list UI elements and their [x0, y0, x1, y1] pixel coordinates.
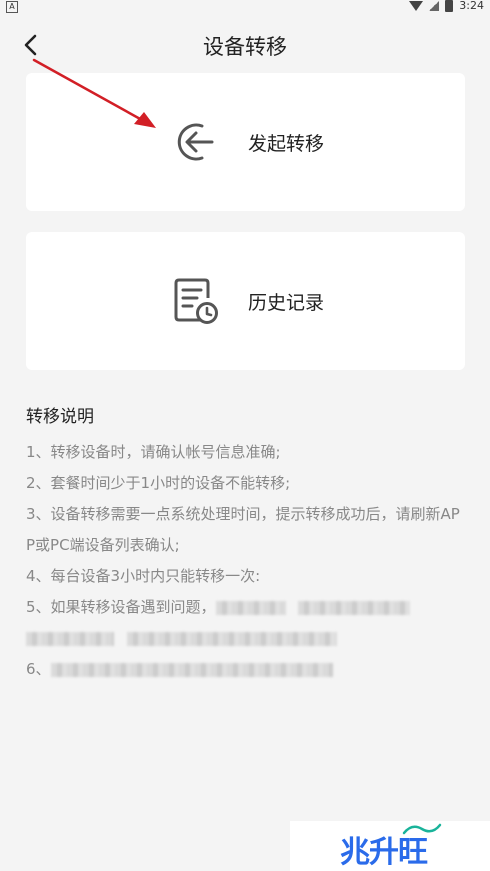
- battery-icon: [445, 0, 454, 12]
- note-item-6-text: 6、: [26, 660, 51, 678]
- watermark-logo: 兆升旺: [290, 821, 490, 871]
- transfer-notes: 转移说明 1、转移设备时，请确认帐号信息准确; 2、套餐时间少于1小时的设备不能…: [26, 402, 466, 685]
- status-time: 3:24: [459, 0, 484, 12]
- note-item-5: 5、如果转移设备遇到问题，: [26, 592, 466, 654]
- history-label: 历史记录: [248, 292, 325, 314]
- wave-icon: [402, 823, 442, 835]
- redacted-text: [298, 600, 411, 615]
- note-item-1: 1、转移设备时，请确认帐号信息准确;: [26, 443, 281, 461]
- arrow-back-circle-icon: [177, 123, 214, 161]
- note-item-2: 2、套餐时间少于1小时的设备不能转移;: [26, 474, 291, 492]
- status-bar: A 3:24: [0, 0, 490, 14]
- history-card[interactable]: 历史记录: [26, 232, 465, 370]
- redacted-text: [50, 662, 333, 677]
- redacted-text: [215, 600, 286, 615]
- note-item-6: 6、: [26, 654, 466, 685]
- wifi-icon: [409, 0, 424, 11]
- status-icons: 3:24: [409, 0, 484, 12]
- note-item-3: 3、设备转移需要一点系统处理时间，提示转移成功后，请刷新APP或PC端设备列表确…: [26, 505, 460, 554]
- signal-icon: [429, 0, 440, 11]
- note-item-5-text: 5、如果转移设备遇到问题，: [26, 598, 216, 616]
- red-annotation-arrow-icon: [32, 58, 156, 128]
- document-clock-icon: [174, 278, 218, 324]
- redacted-text: [126, 631, 337, 646]
- note-item-4: 4、每台设备3小时内只能转移一次:: [26, 567, 261, 585]
- initiate-transfer-label: 发起转移: [248, 133, 325, 155]
- notes-title: 转移说明: [26, 407, 94, 427]
- redacted-text: [26, 631, 114, 646]
- notification-badge: A: [6, 1, 18, 13]
